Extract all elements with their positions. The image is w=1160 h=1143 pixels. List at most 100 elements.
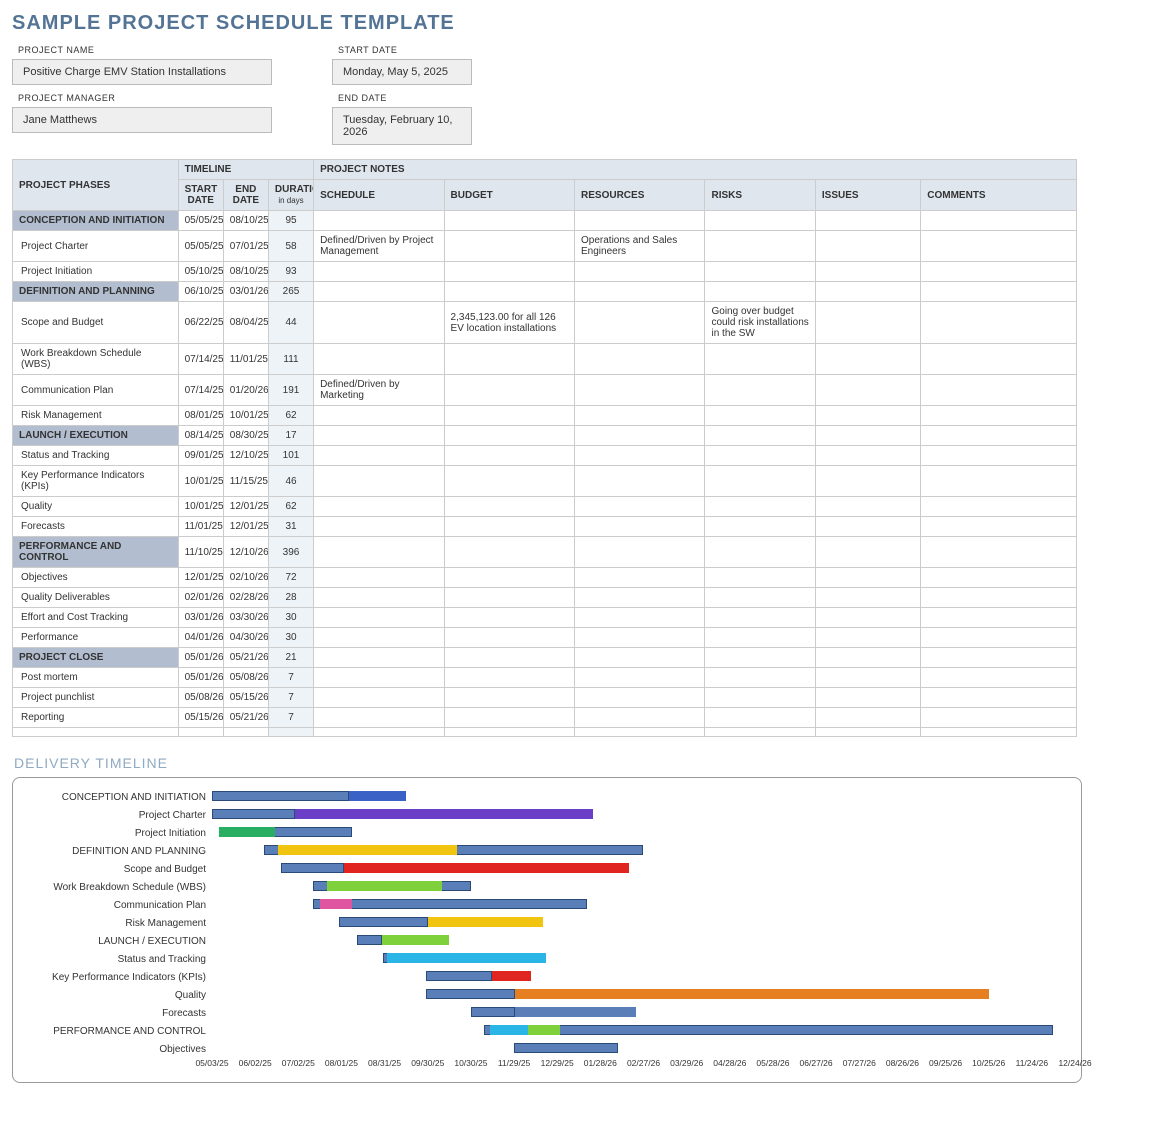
- cell-schedule[interactable]: [314, 708, 444, 728]
- cell-issues[interactable]: [815, 628, 920, 648]
- cell-schedule[interactable]: [314, 406, 444, 426]
- cell-resources[interactable]: [575, 262, 705, 282]
- cell-issues[interactable]: [815, 344, 920, 375]
- cell-risks[interactable]: [705, 608, 815, 628]
- cell-budget[interactable]: [444, 466, 574, 497]
- end-date-value[interactable]: Tuesday, February 10, 2026: [332, 107, 472, 145]
- cell-dur[interactable]: 62: [268, 406, 313, 426]
- table-row[interactable]: Forecasts11/01/2512/01/2531: [13, 517, 1077, 537]
- cell-dur[interactable]: 31: [268, 517, 313, 537]
- cell-name[interactable]: PROJECT CLOSE: [13, 648, 179, 668]
- table-row[interactable]: Status and Tracking09/01/2512/10/25101: [13, 446, 1077, 466]
- cell-end[interactable]: 08/30/25: [223, 426, 268, 446]
- cell-dur[interactable]: 17: [268, 426, 313, 446]
- cell-start[interactable]: 08/14/25: [178, 426, 223, 446]
- cell-resources[interactable]: Operations and Sales Engineers: [575, 231, 705, 262]
- cell-comments[interactable]: [921, 517, 1077, 537]
- cell-start[interactable]: 05/01/26: [178, 668, 223, 688]
- cell-start[interactable]: 02/01/26: [178, 588, 223, 608]
- cell-risks[interactable]: [705, 344, 815, 375]
- cell-issues[interactable]: [815, 588, 920, 608]
- cell-risks[interactable]: [705, 497, 815, 517]
- cell-comments[interactable]: [921, 628, 1077, 648]
- cell-budget[interactable]: [444, 517, 574, 537]
- cell-budget[interactable]: 2,345,123.00 for all 126 EV location ins…: [444, 302, 574, 344]
- cell-budget[interactable]: [444, 262, 574, 282]
- cell-risks[interactable]: [705, 446, 815, 466]
- table-row[interactable]: Project punchlist05/08/2605/15/267: [13, 688, 1077, 708]
- cell-schedule[interactable]: [314, 728, 444, 737]
- cell-schedule[interactable]: [314, 517, 444, 537]
- cell-end[interactable]: 08/10/25: [223, 262, 268, 282]
- cell-comments[interactable]: [921, 466, 1077, 497]
- project-manager-value[interactable]: Jane Matthews: [12, 107, 272, 133]
- table-row[interactable]: Post mortem05/01/2605/08/267: [13, 668, 1077, 688]
- cell-comments[interactable]: [921, 231, 1077, 262]
- cell-dur[interactable]: 396: [268, 537, 313, 568]
- cell-end[interactable]: 05/08/26: [223, 668, 268, 688]
- cell-name[interactable]: Performance: [13, 628, 179, 648]
- cell-dur[interactable]: 7: [268, 688, 313, 708]
- cell-dur[interactable]: 30: [268, 608, 313, 628]
- cell-dur[interactable]: 7: [268, 708, 313, 728]
- cell-issues[interactable]: [815, 497, 920, 517]
- cell-risks[interactable]: [705, 537, 815, 568]
- cell-end[interactable]: 01/20/26: [223, 375, 268, 406]
- cell-issues[interactable]: [815, 466, 920, 497]
- cell-schedule[interactable]: [314, 588, 444, 608]
- cell-dur[interactable]: 101: [268, 446, 313, 466]
- cell-name[interactable]: Scope and Budget: [13, 302, 179, 344]
- cell-schedule[interactable]: [314, 668, 444, 688]
- cell-start[interactable]: 10/01/25: [178, 497, 223, 517]
- table-row[interactable]: PERFORMANCE AND CONTROL11/10/2512/10/263…: [13, 537, 1077, 568]
- cell-name[interactable]: Project Initiation: [13, 262, 179, 282]
- cell-name[interactable]: Quality Deliverables: [13, 588, 179, 608]
- table-row[interactable]: LAUNCH / EXECUTION08/14/2508/30/2517: [13, 426, 1077, 446]
- cell-issues[interactable]: [815, 262, 920, 282]
- cell-schedule[interactable]: Defined/Driven by Project Management: [314, 231, 444, 262]
- cell-budget[interactable]: [444, 628, 574, 648]
- cell-dur[interactable]: 30: [268, 628, 313, 648]
- cell-resources[interactable]: [575, 517, 705, 537]
- cell-name[interactable]: Quality: [13, 497, 179, 517]
- cell-dur[interactable]: 62: [268, 497, 313, 517]
- cell-issues[interactable]: [815, 282, 920, 302]
- cell-budget[interactable]: [444, 537, 574, 568]
- cell-dur[interactable]: 28: [268, 588, 313, 608]
- cell-schedule[interactable]: [314, 628, 444, 648]
- table-row[interactable]: CONCEPTION AND INITIATION05/05/2508/10/2…: [13, 211, 1077, 231]
- cell-risks[interactable]: [705, 517, 815, 537]
- cell-risks[interactable]: [705, 728, 815, 737]
- cell-end[interactable]: 12/01/25: [223, 517, 268, 537]
- table-row[interactable]: Scope and Budget06/22/2508/04/25442,345,…: [13, 302, 1077, 344]
- cell-schedule[interactable]: [314, 537, 444, 568]
- cell-end[interactable]: 08/04/25: [223, 302, 268, 344]
- cell-start[interactable]: 05/08/26: [178, 688, 223, 708]
- table-row[interactable]: Quality Deliverables02/01/2602/28/2628: [13, 588, 1077, 608]
- cell-schedule[interactable]: [314, 262, 444, 282]
- cell-comments[interactable]: [921, 446, 1077, 466]
- cell-resources[interactable]: [575, 282, 705, 302]
- cell-comments[interactable]: [921, 608, 1077, 628]
- cell-issues[interactable]: [815, 708, 920, 728]
- cell-budget[interactable]: [444, 231, 574, 262]
- cell-resources[interactable]: [575, 648, 705, 668]
- cell-resources[interactable]: [575, 628, 705, 648]
- cell-issues[interactable]: [815, 688, 920, 708]
- cell-dur[interactable]: 58: [268, 231, 313, 262]
- cell-dur[interactable]: 191: [268, 375, 313, 406]
- cell-name[interactable]: Project punchlist: [13, 688, 179, 708]
- cell-risks[interactable]: [705, 648, 815, 668]
- cell-end[interactable]: 03/30/26: [223, 608, 268, 628]
- cell-end[interactable]: 07/01/25: [223, 231, 268, 262]
- cell-schedule[interactable]: [314, 344, 444, 375]
- cell-budget[interactable]: [444, 446, 574, 466]
- cell-name[interactable]: Forecasts: [13, 517, 179, 537]
- cell-name[interactable]: Key Performance Indicators (KPIs): [13, 466, 179, 497]
- cell-budget[interactable]: [444, 588, 574, 608]
- cell-comments[interactable]: [921, 497, 1077, 517]
- cell-dur[interactable]: 93: [268, 262, 313, 282]
- cell-schedule[interactable]: [314, 608, 444, 628]
- cell-resources[interactable]: [575, 302, 705, 344]
- cell-risks[interactable]: [705, 282, 815, 302]
